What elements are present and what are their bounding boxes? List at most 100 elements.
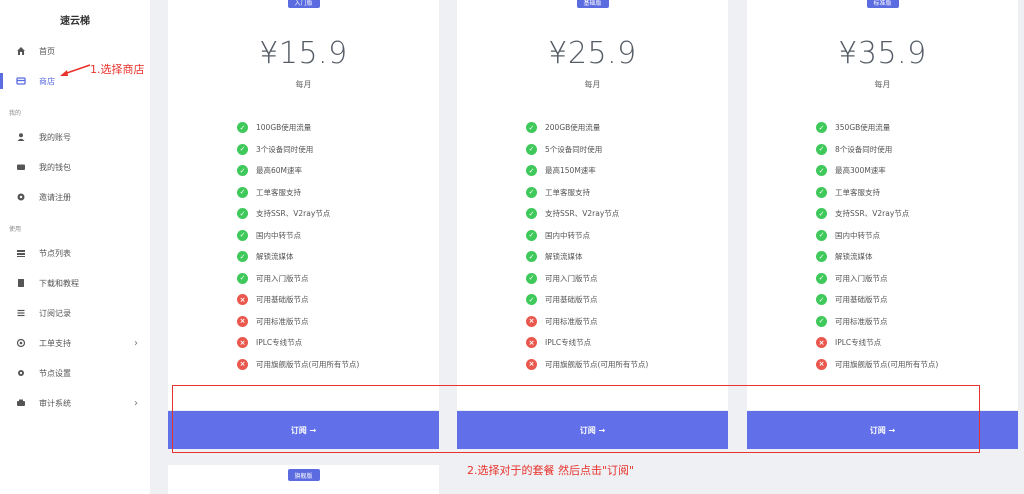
list-icon <box>16 308 26 318</box>
check-circle-icon: ✓ <box>526 122 537 134</box>
feature-list: ✓ 100GB使用流量 ✓ 3个设备同时使用 ✓ 最高60M速率 ✓ 工单客服支持 ✓ 支持SSR… <box>237 117 359 375</box>
x-circle-icon: × <box>526 358 537 370</box>
feature-item: ✓ 可用标准版节点 <box>816 311 938 333</box>
check-circle-icon: ✓ <box>816 229 827 241</box>
section-label-use: 使用 <box>9 226 22 233</box>
plan-period: 每月 <box>295 80 312 89</box>
check-circle-icon: ✓ <box>526 165 537 177</box>
check-circle-icon: ✓ <box>526 294 537 306</box>
feature-item: ✓ 可用基础版节点 <box>816 289 938 311</box>
feature-text: 5个设备同时使用 <box>545 144 603 154</box>
sidebar-item-subscriptions[interactable]: 订阅记录 <box>0 302 150 324</box>
support-icon <box>16 338 26 348</box>
feature-text: 国内中转节点 <box>835 230 880 240</box>
feature-text: 工单客服支持 <box>256 187 301 197</box>
annotation-highlight-box <box>172 385 980 453</box>
sidebar-item-label: 我的账号 <box>39 132 71 142</box>
feature-item: ✓ 350GB使用流量 <box>816 117 938 139</box>
check-circle-icon: ✓ <box>526 208 537 220</box>
x-circle-icon: × <box>526 315 537 327</box>
feature-item: × 可用旗舰版节点(可用所有节点) <box>237 354 359 376</box>
sidebar-item-audit[interactable]: 审计系统 › <box>0 392 150 414</box>
feature-text: 支持SSR、V2ray节点 <box>256 209 331 219</box>
check-circle-icon: ✓ <box>237 122 248 134</box>
feature-item: × 可用基础版节点 <box>237 289 359 311</box>
check-circle-icon: ✓ <box>816 143 827 155</box>
plan-price: ¥35.9 <box>838 36 927 71</box>
feature-item: ✓ 国内中转节点 <box>526 225 648 247</box>
wallet-icon <box>16 162 26 172</box>
sidebar-item-nodes[interactable]: 节点列表 <box>0 242 150 264</box>
feature-text: 可用基础版节点 <box>545 295 598 305</box>
check-circle-icon: ✓ <box>526 229 537 241</box>
feature-text: IPLC专线节点 <box>256 338 303 348</box>
check-circle-icon: ✓ <box>816 315 827 327</box>
feature-item: ✓ 3个设备同时使用 <box>237 139 359 161</box>
feature-item: ✓ 支持SSR、V2ray节点 <box>237 203 359 225</box>
feature-text: 可用旗舰版节点(可用所有节点) <box>835 359 939 369</box>
feature-item: ✓ 国内中转节点 <box>237 225 359 247</box>
plan-period: 每月 <box>584 80 601 89</box>
plan-badge: 入门版 <box>287 0 320 8</box>
feature-text: 可用入门版节点 <box>256 273 309 283</box>
feature-item: ✓ 支持SSR、V2ray节点 <box>816 203 938 225</box>
brand-title: 速云梯 <box>60 16 90 27</box>
feature-item: ✓ 工单客服支持 <box>816 182 938 204</box>
sidebar-item-label: 商店 <box>39 76 55 86</box>
sidebar-item-label: 邀请注册 <box>39 192 71 202</box>
feature-item: ✓ 8个设备同时使用 <box>816 139 938 161</box>
sidebar-item-label: 节点设置 <box>39 368 71 378</box>
x-circle-icon: × <box>816 358 827 370</box>
feature-text: 可用基础版节点 <box>835 295 888 305</box>
feature-text: 可用标准版节点 <box>835 316 888 326</box>
check-circle-icon: ✓ <box>237 165 248 177</box>
feature-text: 8个设备同时使用 <box>835 144 893 154</box>
sidebar-item-invite[interactable]: 邀请注册 <box>0 186 150 208</box>
feature-item: × IPLC专线节点 <box>237 332 359 354</box>
check-circle-icon: ✓ <box>237 272 248 284</box>
book-icon <box>16 278 26 288</box>
sidebar-item-label: 首页 <box>39 46 55 56</box>
sidebar-item-node-settings[interactable]: 节点设置 <box>0 362 150 384</box>
feature-text: 支持SSR、V2ray节点 <box>545 209 620 219</box>
x-circle-icon: × <box>237 315 248 327</box>
check-circle-icon: ✓ <box>816 294 827 306</box>
check-circle-icon: ✓ <box>816 251 827 263</box>
check-circle-icon: ✓ <box>816 272 827 284</box>
check-circle-icon: ✓ <box>526 272 537 284</box>
feature-item: ✓ 工单客服支持 <box>237 182 359 204</box>
invite-icon <box>16 192 26 202</box>
sidebar-item-label: 下载和教程 <box>39 278 79 288</box>
feature-item: ✓ 5个设备同时使用 <box>526 139 648 161</box>
sidebar-item-wallet[interactable]: 我的钱包 <box>0 156 150 178</box>
sidebar-item-home[interactable]: 首页 <box>0 40 150 62</box>
feature-text: 工单客服支持 <box>545 187 590 197</box>
annotation-step2: 2.选择对于的套餐 然后点击"订阅" <box>467 464 635 477</box>
check-circle-icon: ✓ <box>237 251 248 263</box>
feature-text: 350GB使用流量 <box>835 123 891 133</box>
feature-text: 解锁流媒体 <box>545 252 583 262</box>
audit-icon <box>16 398 26 408</box>
check-circle-icon: ✓ <box>526 251 537 263</box>
plan-badge: 旗舰版 <box>287 469 320 481</box>
feature-text: 国内中转节点 <box>545 230 590 240</box>
sidebar-item-support[interactable]: 工单支持 › <box>0 332 150 354</box>
feature-item: ✓ 国内中转节点 <box>816 225 938 247</box>
check-circle-icon: ✓ <box>816 122 827 134</box>
x-circle-icon: × <box>237 337 248 349</box>
feature-item: ✓ 支持SSR、V2ray节点 <box>526 203 648 225</box>
check-circle-icon: ✓ <box>816 186 827 198</box>
plan-card-starter: 入门版 ¥15.9 每月 ✓ 100GB使用流量 ✓ 3个设备同时使用 ✓ 最高60M速率… <box>168 0 439 410</box>
feature-text: 200GB使用流量 <box>545 123 601 133</box>
user-icon <box>16 132 26 142</box>
feature-text: 可用旗舰版节点(可用所有节点) <box>256 359 360 369</box>
feature-item: ✓ 200GB使用流量 <box>526 117 648 139</box>
sidebar-item-account[interactable]: 我的账号 <box>0 126 150 148</box>
feature-item: ✓ 解锁流媒体 <box>237 246 359 268</box>
feature-text: 支持SSR、V2ray节点 <box>835 209 910 219</box>
sidebar-item-tutorials[interactable]: 下载和教程 <box>0 272 150 294</box>
check-circle-icon: ✓ <box>526 186 537 198</box>
feature-item: × 可用标准版节点 <box>526 311 648 333</box>
plan-card-flagship: 旗舰版 <box>168 465 439 494</box>
check-circle-icon: ✓ <box>816 165 827 177</box>
